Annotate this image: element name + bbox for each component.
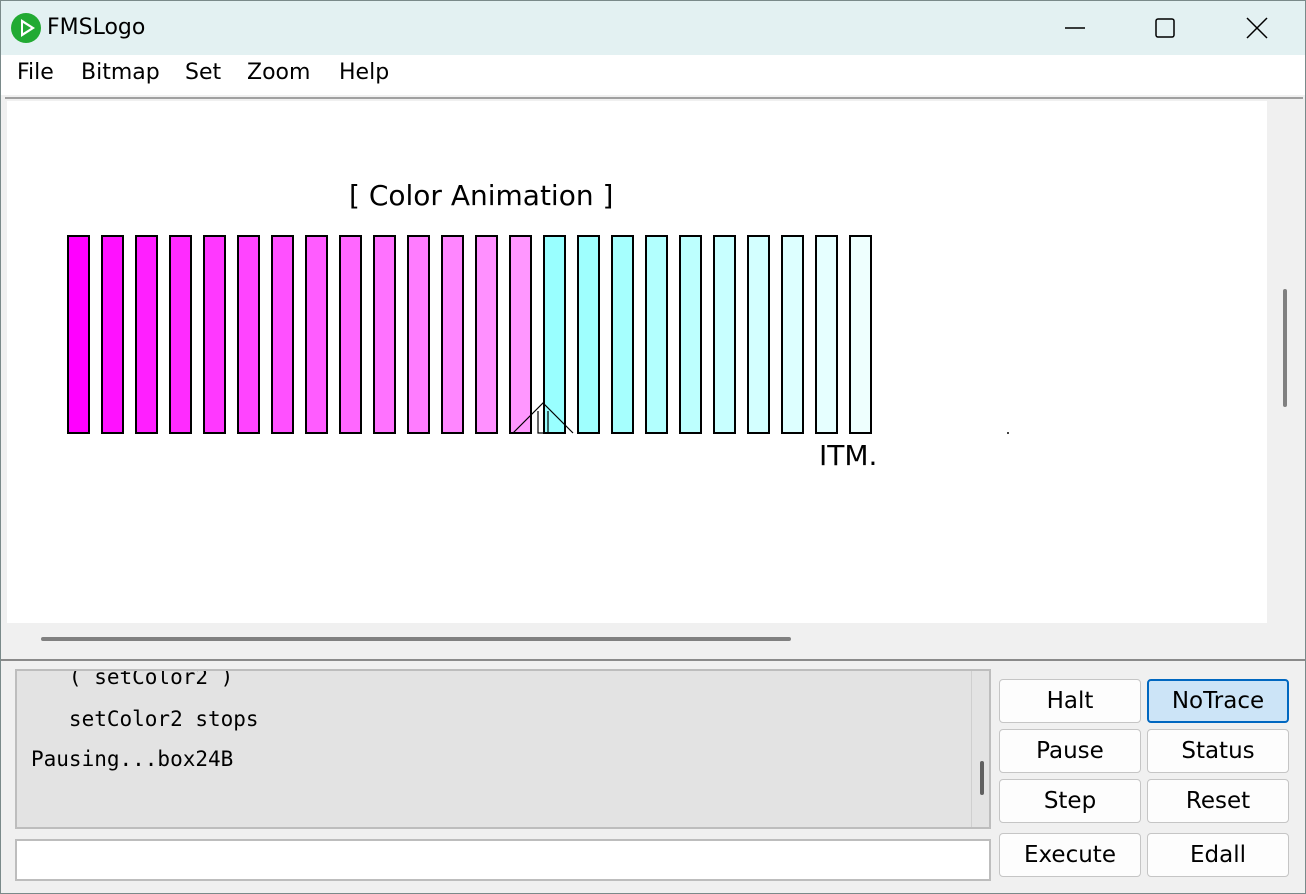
drawing-canvas[interactable]: [ Color Animation ] ITM. xyxy=(7,101,1267,623)
color-bar xyxy=(237,235,260,434)
color-bar xyxy=(339,235,362,434)
halt-button[interactable]: Halt xyxy=(999,679,1141,723)
output-line: Pausing...box24B xyxy=(31,747,234,771)
menu-help[interactable]: Help xyxy=(335,60,393,85)
step-button[interactable]: Step xyxy=(999,779,1141,823)
color-bar xyxy=(849,235,872,434)
minimize-button[interactable] xyxy=(1029,1,1121,55)
pane-splitter[interactable] xyxy=(1,659,1305,667)
color-bar xyxy=(781,235,804,434)
pause-button[interactable]: Pause xyxy=(999,729,1141,773)
notrace-button[interactable]: NoTrace xyxy=(1147,679,1289,723)
color-bar xyxy=(169,235,192,434)
command-input[interactable] xyxy=(15,839,991,881)
canvas-title: [ Color Animation ] xyxy=(349,179,614,212)
window-title: FMSLogo xyxy=(47,15,146,40)
output-scrollbar-thumb[interactable] xyxy=(980,761,984,795)
fmslogo-window: FMSLogo File Bitmap Set Zoom Help [ Colo… xyxy=(0,0,1306,894)
color-bar xyxy=(135,235,158,434)
vertical-scrollbar-thumb[interactable] xyxy=(1283,289,1287,407)
color-bar xyxy=(713,235,736,434)
color-bar xyxy=(407,235,430,434)
color-bar xyxy=(645,235,668,434)
color-bar xyxy=(747,235,770,434)
menu-file[interactable]: File xyxy=(13,60,58,85)
color-bar xyxy=(203,235,226,434)
minimize-icon xyxy=(1065,27,1085,29)
menu-set[interactable]: Set xyxy=(181,60,225,85)
output-line: setColor2 stops xyxy=(31,707,259,731)
color-bar xyxy=(101,235,124,434)
edall-button[interactable]: Edall xyxy=(1147,833,1289,877)
status-button[interactable]: Status xyxy=(1147,729,1289,773)
color-bar xyxy=(815,235,838,434)
menu-bitmap[interactable]: Bitmap xyxy=(77,60,164,85)
reset-button[interactable]: Reset xyxy=(1147,779,1289,823)
turtle-icon xyxy=(512,402,574,434)
output-line: ( setColor2 ) xyxy=(31,669,234,689)
output-scrollbar[interactable] xyxy=(971,671,989,827)
execute-button[interactable]: Execute xyxy=(999,833,1141,877)
maximize-button[interactable] xyxy=(1119,1,1211,55)
menu-bar: File Bitmap Set Zoom Help xyxy=(1,55,1305,95)
horizontal-scrollbar-thumb[interactable] xyxy=(41,637,791,641)
drawing-area-frame: [ Color Animation ] ITM. xyxy=(5,97,1303,659)
fmslogo-app-icon xyxy=(11,13,41,43)
color-bar xyxy=(271,235,294,434)
commander-output[interactable]: ( setColor2 ) setColor2 stops Pausing...… xyxy=(15,669,991,829)
color-bar xyxy=(67,235,90,434)
color-bar xyxy=(577,235,600,434)
color-bar xyxy=(305,235,328,434)
maximize-icon xyxy=(1155,18,1175,38)
color-bar xyxy=(611,235,634,434)
close-icon xyxy=(1246,17,1268,39)
canvas-dot xyxy=(1007,432,1009,434)
canvas-caption: ITM. xyxy=(819,439,878,472)
color-bar xyxy=(441,235,464,434)
title-bar[interactable]: FMSLogo xyxy=(1,1,1305,55)
menu-zoom[interactable]: Zoom xyxy=(243,60,314,85)
color-bar xyxy=(679,235,702,434)
color-bar xyxy=(373,235,396,434)
color-bar xyxy=(475,235,498,434)
close-button[interactable] xyxy=(1211,1,1303,55)
